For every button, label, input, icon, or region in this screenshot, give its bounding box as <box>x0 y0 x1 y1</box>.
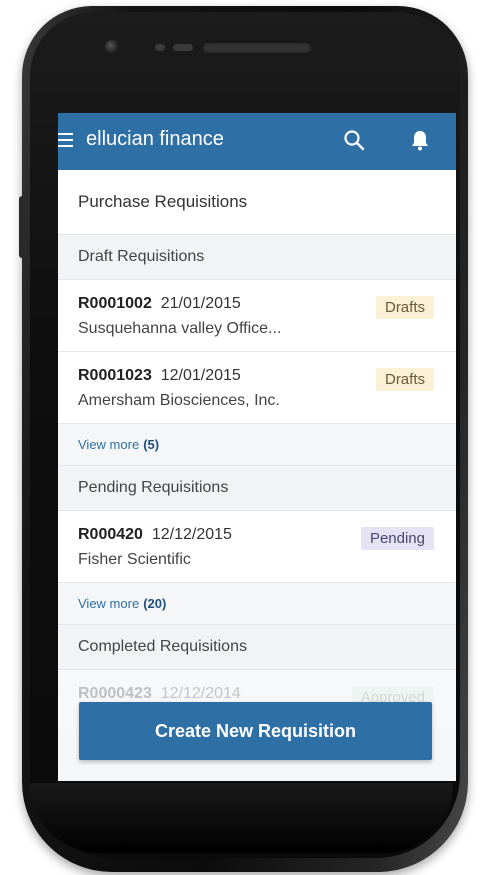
requisition-date: 21/01/2015 <box>160 295 241 312</box>
requisition-row[interactable]: R000420 12/12/2015 Fisher Scientific Pen… <box>58 511 456 583</box>
status-badge: Drafts <box>375 368 434 391</box>
requisition-vendor: Amersham Biosciences, Inc. <box>78 392 280 409</box>
requisition-date: 12/12/2014 <box>160 685 241 702</box>
status-badge: Pending <box>360 527 434 550</box>
view-more-pending-link[interactable]: View more (20) <box>58 583 456 625</box>
requisition-vendor: Fisher Scientific <box>78 551 191 568</box>
phone-sensor <box>173 44 193 51</box>
requisition-id-date: R0000423 12/12/2014 <box>78 685 241 703</box>
search-icon[interactable] <box>343 129 365 151</box>
view-more-label: View more <box>78 437 140 452</box>
requisition-id: R0001023 <box>78 367 152 384</box>
page-title: Purchase Requisitions <box>78 192 248 211</box>
view-more-draft-link[interactable]: View more (5) <box>58 424 456 466</box>
section-header-completed: Completed Requisitions <box>58 625 456 670</box>
requisition-row[interactable]: R0001002 21/01/2015 Susquehanna valley O… <box>58 280 456 352</box>
requisition-id: R000420 <box>78 526 143 543</box>
app-title: ellucian finance <box>86 128 224 150</box>
phone-chin <box>30 783 453 853</box>
view-more-label: View more <box>78 596 140 611</box>
view-more-count: (5) <box>143 437 160 452</box>
requisition-id-date: R000420 12/12/2015 <box>78 526 232 544</box>
status-badge: Drafts <box>375 296 434 319</box>
bell-icon[interactable] <box>410 129 430 151</box>
view-more-count: (20) <box>143 596 167 611</box>
phone-sensor <box>155 44 165 51</box>
section-header-draft: Draft Requisitions <box>58 235 456 280</box>
requisition-date: 12/12/2015 <box>151 526 232 543</box>
section-header-pending: Pending Requisitions <box>58 466 456 511</box>
requisition-date: 12/01/2015 <box>160 367 241 384</box>
requisition-vendor: Susquehanna valley Office... <box>78 320 282 337</box>
phone-side-button <box>19 196 27 258</box>
create-requisition-button[interactable]: Create New Requisition <box>79 702 432 760</box>
requisition-id-date: R0001023 12/01/2015 <box>78 367 241 385</box>
requisition-row[interactable]: R0001023 12/01/2015 Amersham Biosciences… <box>58 352 456 424</box>
hamburger-menu-icon[interactable] <box>58 133 73 147</box>
phone-speaker <box>202 41 312 53</box>
requisition-id: R0001002 <box>78 295 152 312</box>
page-title-row: Purchase Requisitions <box>58 170 456 235</box>
requisition-id-date: R0001002 21/01/2015 <box>78 295 241 313</box>
app-screen: ellucian finance Purchase Requisitions D… <box>58 113 456 781</box>
requisition-id: R0000423 <box>78 685 152 702</box>
front-camera <box>105 40 119 54</box>
app-bar: ellucian finance <box>58 113 456 170</box>
